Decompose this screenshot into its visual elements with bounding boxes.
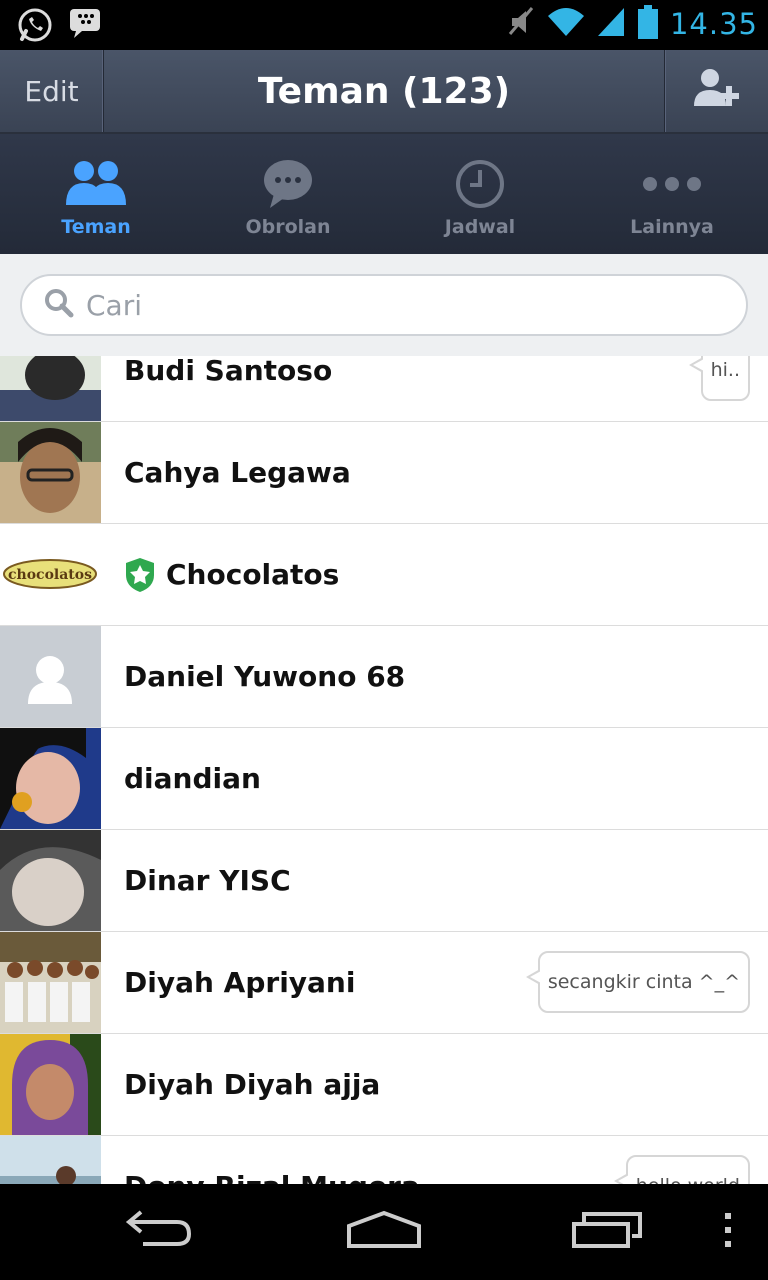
tab-teman[interactable]: Teman bbox=[0, 134, 192, 254]
edit-button[interactable]: Edit bbox=[0, 50, 104, 132]
avatar bbox=[0, 356, 101, 421]
tab-obrolan[interactable]: Obrolan bbox=[192, 134, 384, 254]
list-item[interactable]: Budi Santoso hi.. bbox=[0, 356, 768, 422]
recent-apps-icon bbox=[572, 1210, 644, 1254]
list-item[interactable]: Cahya Legawa bbox=[0, 422, 768, 524]
list-item[interactable]: Diyah Apriyani secangkir cinta ^_^ bbox=[0, 932, 768, 1034]
avatar: chocolatos bbox=[0, 524, 101, 625]
chat-bubble-icon bbox=[262, 156, 314, 212]
chocolatos-logo-text: chocolatos bbox=[8, 567, 92, 583]
contact-name: Budi Santoso bbox=[124, 356, 333, 387]
list-item[interactable]: chocolatos Chocolatos bbox=[0, 524, 768, 626]
bbm-icon bbox=[68, 6, 102, 48]
list-item[interactable]: Dinar YISC bbox=[0, 830, 768, 932]
back-button[interactable] bbox=[100, 1184, 220, 1280]
search-input[interactable]: Cari bbox=[20, 274, 748, 336]
home-icon bbox=[346, 1210, 422, 1254]
tab-label: Teman bbox=[61, 216, 131, 238]
avatar bbox=[0, 1136, 101, 1184]
contact-name: Chocolatos bbox=[124, 524, 339, 625]
status-message: secangkir cinta ^_^ bbox=[525, 951, 750, 1013]
list-item[interactable]: Daniel Yuwono 68 bbox=[0, 626, 768, 728]
avatar bbox=[0, 728, 101, 829]
avatar bbox=[0, 830, 101, 931]
status-message: hello world bbox=[613, 1155, 750, 1184]
list-item[interactable]: diandian bbox=[0, 728, 768, 830]
status-bar: 14.35 bbox=[0, 0, 768, 50]
default-avatar-icon bbox=[0, 626, 101, 727]
clock-icon bbox=[454, 156, 506, 212]
tab-label: Lainnya bbox=[630, 216, 714, 238]
official-account-icon bbox=[124, 557, 156, 593]
search-icon bbox=[44, 288, 74, 322]
tab-bar: Teman Obrolan Jadwal Lainnya bbox=[0, 134, 768, 254]
friends-icon bbox=[64, 156, 128, 212]
signal-icon bbox=[596, 6, 626, 42]
avatar bbox=[0, 422, 101, 523]
add-user-icon bbox=[692, 66, 742, 116]
action-bar: Edit Teman (123) bbox=[0, 50, 768, 134]
wifi-icon bbox=[546, 6, 586, 42]
page-title: Teman (123) bbox=[257, 70, 511, 112]
contact-name: Cahya Legawa bbox=[124, 456, 351, 489]
battery-icon bbox=[636, 4, 660, 44]
home-button[interactable] bbox=[324, 1184, 444, 1280]
muted-icon bbox=[506, 4, 536, 44]
avatar bbox=[0, 932, 101, 1033]
status-message: hi.. bbox=[688, 356, 750, 401]
contact-name: Diyah Diyah ajja bbox=[124, 1068, 381, 1101]
navigation-bar bbox=[0, 1184, 768, 1280]
search-area: Cari bbox=[0, 254, 768, 356]
clock-time: 14.35 bbox=[669, 7, 758, 41]
menu-icon bbox=[723, 1213, 733, 1251]
tab-label: Obrolan bbox=[245, 216, 331, 238]
friend-list[interactable]: Budi Santoso hi.. Cahya Legawa chocolato… bbox=[0, 356, 768, 1184]
contact-name-text: Chocolatos bbox=[166, 558, 340, 591]
add-friend-button[interactable] bbox=[664, 50, 768, 132]
tab-label: Jadwal bbox=[444, 216, 516, 238]
tab-lainnya[interactable]: Lainnya bbox=[576, 134, 768, 254]
contact-name: Dinar YISC bbox=[124, 864, 291, 897]
more-dots-icon bbox=[642, 156, 702, 212]
list-item[interactable]: Diyah Diyah ajja bbox=[0, 1034, 768, 1136]
contact-name: Daniel Yuwono 68 bbox=[124, 660, 406, 693]
back-icon bbox=[125, 1210, 195, 1254]
recent-apps-button[interactable] bbox=[548, 1184, 668, 1280]
whatsapp-icon bbox=[16, 6, 54, 48]
list-item[interactable]: Dony Rizal Mugora hello world bbox=[0, 1136, 768, 1184]
tab-jadwal[interactable]: Jadwal bbox=[384, 134, 576, 254]
contact-name: Dony Rizal Mugora bbox=[124, 1136, 420, 1184]
avatar bbox=[0, 1034, 101, 1135]
contact-name: Diyah Apriyani bbox=[124, 966, 356, 999]
menu-button[interactable] bbox=[708, 1184, 748, 1280]
contact-name: diandian bbox=[124, 762, 261, 795]
search-placeholder: Cari bbox=[86, 288, 142, 322]
